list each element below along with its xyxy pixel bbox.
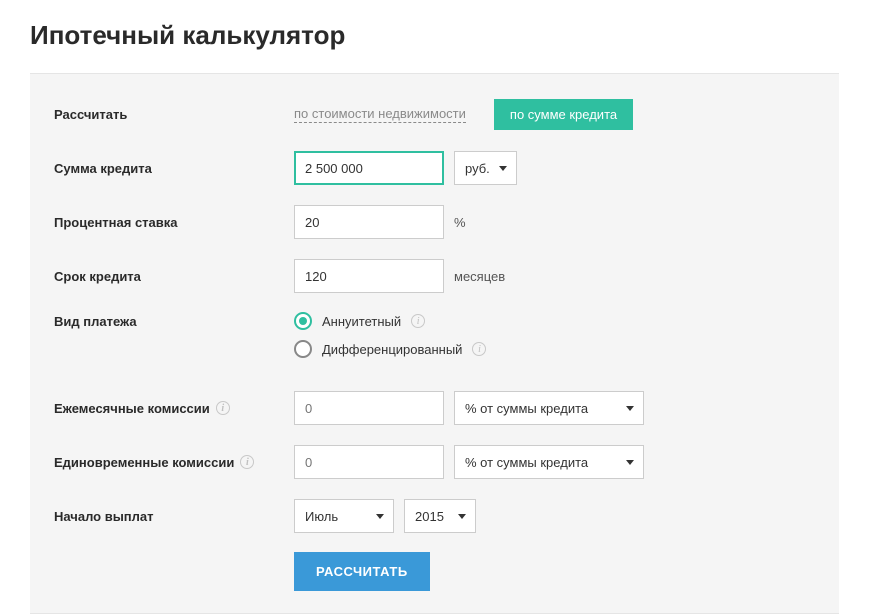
info-icon[interactable]: i [216, 401, 230, 415]
term-unit: месяцев [454, 269, 505, 284]
monthly-fee-basis-select[interactable]: % от суммы кредита [454, 391, 644, 425]
label-start-payments: Начало выплат [54, 509, 294, 524]
info-icon[interactable]: i [472, 342, 486, 356]
start-month-value: Июль [305, 509, 338, 524]
label-onetime-fee: Единовременные комиссии i [54, 455, 294, 470]
radio-icon-checked [294, 312, 312, 330]
onetime-fee-input[interactable] [294, 445, 444, 479]
monthly-fee-basis-value: % от суммы кредита [465, 401, 588, 416]
submit-button[interactable]: Рассчитать [294, 552, 430, 591]
monthly-fee-input[interactable] [294, 391, 444, 425]
page-title: Ипотечный калькулятор [30, 20, 839, 51]
tab-by-loan[interactable]: по сумме кредита [494, 99, 633, 130]
info-icon[interactable]: i [411, 314, 425, 328]
radio-icon-unchecked [294, 340, 312, 358]
label-interest-rate: Процентная ставка [54, 215, 294, 230]
calculator-form: Рассчитать по стоимости недвижимости по … [30, 73, 839, 614]
start-month-select[interactable]: Июль [294, 499, 394, 533]
currency-value: руб. [465, 161, 490, 176]
tab-by-property[interactable]: по стоимости недвижимости [294, 106, 466, 123]
onetime-fee-basis-value: % от суммы кредита [465, 455, 588, 470]
onetime-fee-basis-select[interactable]: % от суммы кредита [454, 445, 644, 479]
label-loan-term: Срок кредита [54, 269, 294, 284]
radio-differentiated[interactable]: Дифференцированный i [294, 340, 486, 358]
start-year-select[interactable]: 2015 [404, 499, 476, 533]
radio-differentiated-label: Дифференцированный [322, 342, 462, 357]
label-payment-type: Вид платежа [54, 312, 294, 329]
label-loan-amount: Сумма кредита [54, 161, 294, 176]
currency-select[interactable]: руб. [454, 151, 517, 185]
start-year-value: 2015 [415, 509, 444, 524]
info-icon[interactable]: i [240, 455, 254, 469]
loan-term-input[interactable] [294, 259, 444, 293]
radio-annuity[interactable]: Аннуитетный i [294, 312, 486, 330]
radio-annuity-label: Аннуитетный [322, 314, 401, 329]
interest-unit: % [454, 215, 466, 230]
interest-rate-input[interactable] [294, 205, 444, 239]
loan-amount-input[interactable] [294, 151, 444, 185]
label-monthly-fee: Ежемесячные комиссии i [54, 401, 294, 416]
label-calculate-by: Рассчитать [54, 107, 294, 122]
